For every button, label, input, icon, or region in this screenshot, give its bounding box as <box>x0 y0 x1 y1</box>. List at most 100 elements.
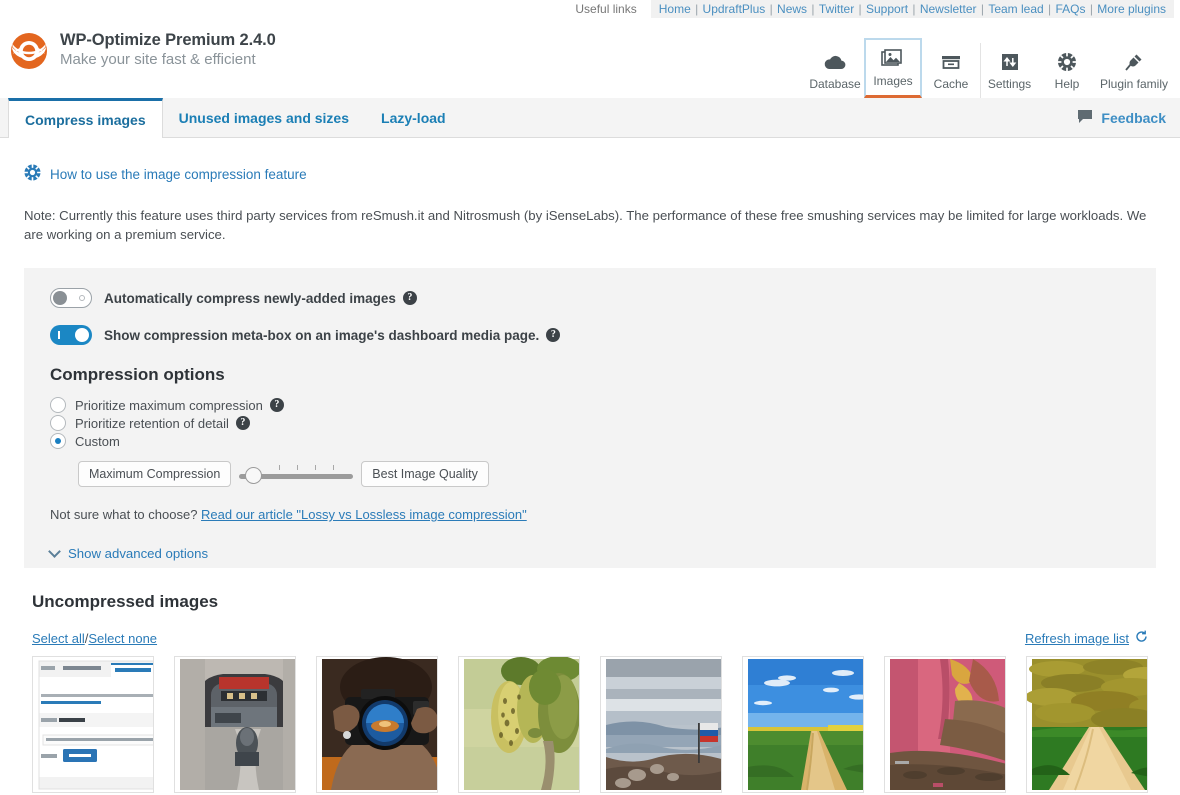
useful-links-list: Home | UpdraftPlus | News | Twitter | Su… <box>650 0 1174 18</box>
radio-retention-detail[interactable] <box>50 415 66 431</box>
useful-link-faqs[interactable]: FAQs <box>1055 2 1085 16</box>
doorway-thumb[interactable] <box>174 656 296 793</box>
compression-settings-panel: Automatically compress newly-added image… <box>24 268 1156 568</box>
chevron-down-icon <box>48 545 61 558</box>
country-road-thumb[interactable] <box>742 656 864 793</box>
tab-strip: Compress images Unused images and sizes … <box>0 98 1180 138</box>
refresh-image-list-button[interactable]: Refresh image list <box>1025 630 1148 646</box>
useful-link-updraftplus[interactable]: UpdraftPlus <box>703 2 766 16</box>
images-icon <box>868 46 918 70</box>
nav-item-plugin-family[interactable]: Plugin family <box>1096 43 1172 98</box>
speech-bubble-icon <box>1077 109 1093 127</box>
toggle-knob <box>75 328 89 342</box>
nav-item-settings[interactable]: Settings <box>980 43 1038 98</box>
main-content: How to use the image compression feature… <box>0 164 1180 793</box>
meta-box-label-group: Show compression meta-box on an image's … <box>104 327 561 343</box>
tab-lazy-load-label: Lazy-load <box>381 109 446 126</box>
nav-item-database[interactable]: Database <box>806 43 864 98</box>
app-title: WP-Optimize Premium 2.4.0 <box>60 31 276 49</box>
nav-item-help-label: Help <box>1054 77 1080 91</box>
radio-retention-detail-label: Prioritize retention of detail <box>75 415 229 431</box>
tab-compress-images[interactable]: Compress images <box>8 98 163 138</box>
slider-handle[interactable] <box>245 467 263 484</box>
nav-item-images-label: Images <box>873 74 913 88</box>
radio-custom[interactable] <box>50 433 66 449</box>
radio-max-compression-label-group: Prioritize maximum compression ? <box>75 398 284 413</box>
feedback-button[interactable]: Feedback <box>1077 98 1166 137</box>
retention-detail-help-icon[interactable]: ? <box>235 416 250 430</box>
app-subtitle: Make your site fast & efficient <box>60 51 256 68</box>
slider-min-label: Maximum Compression <box>78 461 232 487</box>
auto-compress-toggle[interactable] <box>50 288 92 308</box>
nav-item-images[interactable]: Images <box>864 38 922 98</box>
tab-lazy-load[interactable]: Lazy-load <box>365 98 462 137</box>
auto-compress-label-group: Automatically compress newly-added image… <box>104 291 417 306</box>
feedback-label: Feedback <box>1101 109 1166 126</box>
radio-retention-detail-label-group: Prioritize retention of detail ? <box>75 416 250 431</box>
useful-link-more-plugins[interactable]: More plugins <box>1097 2 1166 16</box>
toggle-on-dash <box>58 331 60 339</box>
uncompressed-thumbnail-grid <box>32 656 1148 793</box>
radio-custom-label-group: Custom <box>75 434 120 449</box>
meta-box-toggle[interactable] <box>50 325 92 345</box>
refresh-image-list-label: Refresh image list <box>1024 630 1129 646</box>
useful-link-newsletter[interactable]: Newsletter <box>920 2 977 16</box>
meta-box-help-icon[interactable]: ? <box>546 328 561 342</box>
not-sure-prefix: Not sure what to choose? <box>50 507 202 522</box>
tab-compress-images-label: Compress images <box>25 111 146 128</box>
select-all-link[interactable]: Select all <box>32 631 85 646</box>
not-sure-text: Not sure what to choose? Read our articl… <box>50 507 1130 522</box>
nav-item-cache[interactable]: Cache <box>922 43 980 98</box>
toggle-knob <box>53 291 67 305</box>
settings-screenshot-thumb[interactable] <box>32 656 154 793</box>
yellow-field-path-thumb[interactable] <box>1026 656 1148 793</box>
useful-links-bar: Useful links Home | UpdraftPlus | News |… <box>0 0 1180 18</box>
meta-box-label: Show compression meta-box on an image's … <box>104 327 540 343</box>
useful-link-twitter[interactable]: Twitter <box>819 2 854 16</box>
note-text: Note: Currently this feature uses third … <box>24 208 1147 242</box>
nav-item-plugin-family-label: Plugin family <box>1099 77 1169 91</box>
lifebuoy-icon <box>24 164 41 184</box>
how-to-use-label: How to use the image compression feature <box>50 166 307 182</box>
radio-row-custom: Custom <box>50 433 1130 449</box>
toggle-off-dot <box>79 295 85 301</box>
top-navigation: Database Images Cache Settings Help Plug… <box>806 32 1172 98</box>
auto-compress-label: Automatically compress newly-added image… <box>104 290 396 306</box>
radio-max-compression-label: Prioritize maximum compression <box>75 397 263 413</box>
plug-icon <box>1098 49 1170 73</box>
nav-item-cache-label: Cache <box>933 77 969 91</box>
pink-wall-thumb[interactable] <box>884 656 1006 793</box>
brand: WP-Optimize Premium 2.4.0 Make your site… <box>8 30 276 72</box>
how-to-use-link[interactable]: How to use the image compression feature <box>24 164 1156 184</box>
mountain-flag-thumb[interactable] <box>600 656 722 793</box>
useful-link-home[interactable]: Home <box>659 2 691 16</box>
lossy-vs-lossless-link[interactable]: Read our article "Lossy vs Lossless imag… <box>201 507 527 522</box>
papaya-fruit-thumb[interactable] <box>458 656 580 793</box>
useful-link-support[interactable]: Support <box>866 2 908 16</box>
compression-options-title: Compression options <box>50 365 225 384</box>
meta-box-row: Show compression meta-box on an image's … <box>50 325 1130 345</box>
radio-max-compression[interactable] <box>50 397 66 413</box>
select-none-link[interactable]: Select none <box>88 631 157 646</box>
useful-link-news[interactable]: News <box>777 2 807 16</box>
quality-slider[interactable] <box>237 462 355 486</box>
slider-max-label: Best Image Quality <box>361 461 489 487</box>
nav-item-settings-label: Settings <box>987 77 1032 91</box>
auto-compress-help-icon[interactable]: ? <box>402 291 417 305</box>
nav-item-help[interactable]: Help <box>1038 43 1096 98</box>
nav-item-database-label: Database <box>809 77 861 91</box>
tab-unused-images-and-sizes[interactable]: Unused images and sizes <box>163 98 365 137</box>
max-compression-help-icon[interactable]: ? <box>269 398 284 412</box>
settings-icon <box>983 49 1036 73</box>
brand-text: WP-Optimize Premium 2.4.0 Make your site… <box>60 30 276 69</box>
show-advanced-options-toggle[interactable]: Show advanced options <box>48 545 1130 561</box>
radio-custom-label: Custom <box>75 433 120 449</box>
app-header: WP-Optimize Premium 2.4.0 Make your site… <box>0 18 1180 98</box>
refresh-icon <box>1135 630 1148 646</box>
quality-slider-row: Maximum Compression Best Image Quality <box>78 461 1130 487</box>
photographer-camera-thumb[interactable] <box>316 656 438 793</box>
wp-optimize-logo-icon <box>8 30 50 72</box>
radio-row-retention-detail: Prioritize retention of detail ? <box>50 415 1130 431</box>
useful-links-label: Useful links <box>575 2 637 16</box>
useful-link-team-lead[interactable]: Team lead <box>988 2 1043 16</box>
